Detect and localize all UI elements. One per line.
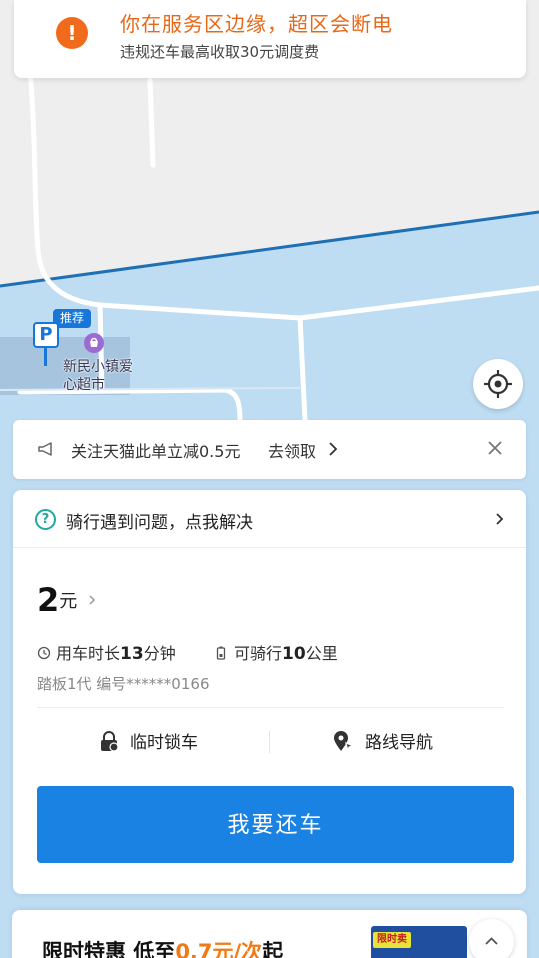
range-unit: 公里: [305, 644, 338, 663]
ride-duration: 用车时长13分钟: [37, 640, 176, 664]
return-bike-button[interactable]: 我要还车: [37, 786, 514, 863]
chevron-right-icon: [496, 513, 504, 525]
promo-text: 关注天猫此单立减0.5元: [71, 442, 241, 461]
question-icon: ?: [35, 509, 56, 530]
route-navigation-button[interactable]: 路线导航: [331, 728, 433, 758]
service-area-warning: ! 你在服务区边缘，超区会断电 违规还车最高收取30元调度费: [14, 0, 526, 78]
range-label: 可骑行: [234, 644, 283, 663]
range-value: 10: [282, 644, 306, 664]
chevron-right-icon: [329, 442, 338, 456]
warning-subtitle: 违规还车最高收取30元调度费: [120, 43, 320, 61]
ride-panel: ? 骑行遇到问题，点我解决 2元 用车时长13分钟 可骑行10公里 踏板1代 编…: [13, 490, 526, 894]
deal-tag: 限时卖: [373, 932, 411, 948]
duration-unit: 分钟: [143, 644, 176, 663]
chevron-right-icon: [89, 595, 96, 605]
scroll-up-button[interactable]: [469, 919, 514, 958]
parking-pole: [44, 348, 47, 366]
close-icon[interactable]: [487, 440, 503, 456]
nav-label: 路线导航: [365, 733, 433, 753]
clock-icon: [37, 646, 51, 660]
divider: [37, 707, 504, 708]
warning-title: 你在服务区边缘，超区会断电: [120, 12, 393, 36]
deal-price: 0.7元/次: [175, 940, 263, 958]
chevron-up-icon: [485, 937, 498, 945]
promo-banner[interactable]: 关注天猫此单立减0.5元 去领取: [13, 420, 526, 479]
temporary-lock-button[interactable]: 临时锁车: [98, 728, 198, 758]
deal-card[interactable]: 限时特惠 低至0.7元/次起 限时卖: [12, 910, 527, 958]
ride-price[interactable]: 2元: [37, 581, 96, 619]
deal-suffix: 起: [262, 940, 284, 958]
shop-pin-icon[interactable]: [84, 333, 104, 353]
locate-button[interactable]: [473, 359, 523, 409]
exclamation-icon: !: [56, 17, 88, 49]
lock-icon: [101, 730, 119, 752]
battery-icon: [216, 646, 226, 660]
parking-icon[interactable]: P: [33, 322, 59, 348]
help-text: 骑行遇到问题，点我解决: [66, 513, 253, 533]
deal-text: 限时特惠 低至0.7元/次起: [42, 936, 283, 958]
price-value: 2: [37, 581, 60, 619]
duration-value: 13: [120, 644, 144, 664]
promo-claim-link[interactable]: 去领取: [268, 438, 316, 462]
bike-info: 踏板1代 编号******0166: [37, 675, 210, 693]
lock-label: 临时锁车: [130, 733, 198, 753]
crosshair-icon: [484, 370, 512, 398]
price-unit: 元: [59, 591, 78, 612]
ride-help-row[interactable]: ? 骑行遇到问题，点我解决: [13, 490, 526, 548]
action-separator: [269, 731, 270, 753]
ride-range: 可骑行10公里: [216, 640, 338, 664]
deal-prefix: 限时特惠 低至: [42, 940, 176, 958]
megaphone-icon: [38, 442, 52, 456]
poi-name[interactable]: 新民小镇爱心超市: [63, 358, 143, 394]
duration-label: 用车时长: [56, 644, 121, 663]
navigation-icon: [334, 730, 355, 751]
